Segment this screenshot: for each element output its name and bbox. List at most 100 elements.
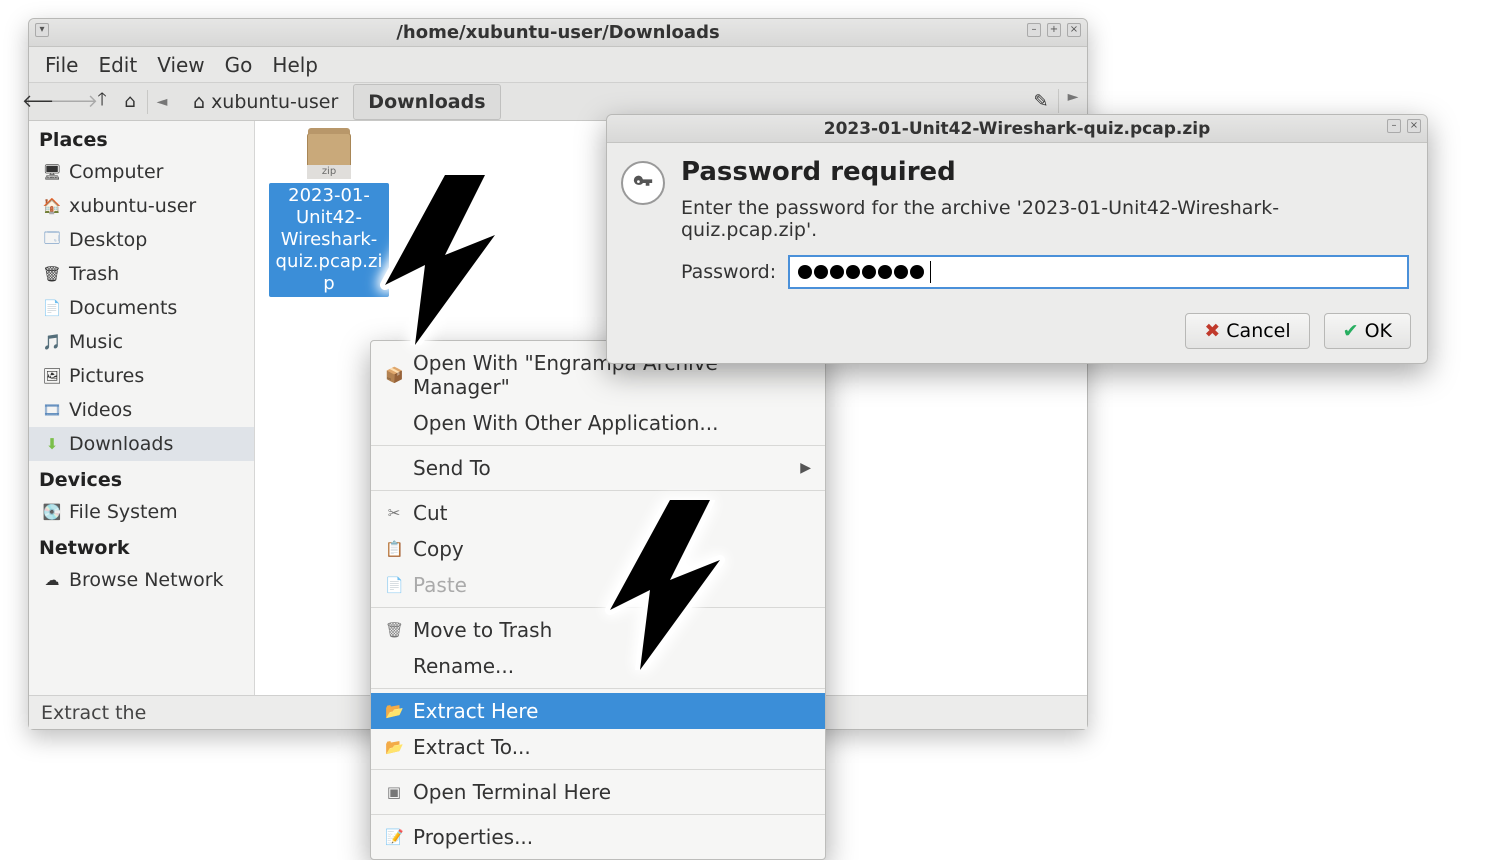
sidebar-item-label: Browse Network [69,569,224,591]
ctx-move-to-trash[interactable]: 🗑Move to Trash [371,612,825,648]
downloads-icon: ⬇ [43,435,61,453]
maximize-button[interactable]: + [1047,23,1061,37]
menu-file[interactable]: File [37,49,86,81]
sidebar-item-documents[interactable]: 📄 Documents [29,291,254,325]
sidebar-item-downloads[interactable]: ⬇ Downloads [29,427,254,461]
sidebar-item-label: Downloads [69,433,173,455]
ctx-cut[interactable]: ✂ Cut [371,495,825,531]
ctx-item-label: Paste [413,573,467,597]
sidebar-places-header: Places [29,121,254,155]
computer-icon: 🖥 [43,163,61,181]
breadcrumb-current[interactable]: Downloads [353,84,500,120]
sidebar: Places 🖥Computer 🏠xubuntu-user 🗔Desktop … [29,121,255,695]
pictures-icon: 🖼 [43,367,61,385]
pw-title: 2023-01-Unit42-Wireshark-quiz.pcap.zip [824,119,1211,139]
password-input[interactable] [788,255,1409,289]
sidebar-item-label: Computer [69,161,163,183]
extract-icon: 📂 [385,702,403,720]
sidebar-item-filesystem[interactable]: 💽File System [29,495,254,529]
path-edit-button[interactable]: ✎ [1028,89,1054,115]
key-icon [621,161,665,205]
sidebar-item-label: Trash [69,263,119,285]
path-prev-button[interactable]: ◄ [152,94,172,110]
sidebar-item-label: Documents [69,297,177,319]
pw-message: Enter the password for the archive '2023… [681,197,1409,241]
menu-edit[interactable]: Edit [90,49,145,81]
pw-label: Password: [681,261,776,283]
annotation-arrow-1 [375,175,515,345]
documents-icon: 📄 [43,299,61,317]
minimize-button[interactable]: – [1027,23,1041,37]
music-icon: 🎵 [43,333,61,351]
ctx-rename[interactable]: Rename... [371,648,825,684]
ctx-extract-here[interactable]: 📂 Extract Here [371,693,825,729]
drive-icon: 💽 [43,503,61,521]
close-button[interactable]: × [1407,119,1421,133]
sidebar-item-videos[interactable]: 🎞 Videos [29,393,254,427]
sidebar-item-browse-network[interactable]: ☁Browse Network [29,563,254,597]
sidebar-item-home[interactable]: 🏠xubuntu-user [29,189,254,223]
nav-forward-button[interactable]: 🡒 [61,89,87,115]
ctx-separator [371,814,825,815]
home-icon: ⌂ [193,91,205,113]
minimize-button[interactable]: – [1387,119,1401,133]
fm-menubar: File Edit View Go Help [29,47,1087,83]
ctx-item-label: Extract Here [413,699,538,723]
toolbar-divider-2 [1058,89,1059,113]
fm-titlebar[interactable]: ▾ /home/xubuntu-user/Downloads – + × [29,19,1087,47]
cut-icon: ✂ [385,504,403,522]
pw-titlebar[interactable]: 2023-01-Unit42-Wireshark-quiz.pcap.zip –… [607,115,1427,143]
sidebar-item-computer[interactable]: 🖥 Computer [29,155,254,189]
breadcrumb-current-label: Downloads [368,91,485,113]
ctx-item-label: Extract To... [413,735,531,759]
ok-button[interactable]: ✔ OK [1324,313,1411,349]
ctx-separator [371,769,825,770]
sidebar-item-label: Videos [69,399,132,421]
nav-home-button[interactable]: ⌂ [117,89,143,115]
sidebar-devices-header: Devices [29,461,254,495]
ctx-separator [371,607,825,608]
sidebar-item-trash[interactable]: 🗑Trash [29,257,254,291]
menu-help[interactable]: Help [264,49,326,81]
ctx-properties[interactable]: 📝Properties... [371,819,825,855]
sidebar-item-label: Music [69,331,123,353]
ctx-extract-to[interactable]: 📂Extract To... [371,729,825,765]
breadcrumb-parent-label: xubuntu-user [211,91,338,113]
menu-view[interactable]: View [149,49,212,81]
ok-icon: ✔ [1343,320,1359,342]
trash-icon: 🗑 [385,621,403,639]
cancel-icon: ✖ [1204,320,1220,342]
path-next-button[interactable]: ► [1063,89,1083,115]
sidebar-item-pictures[interactable]: 🖼Pictures [29,359,254,393]
sidebar-item-music[interactable]: 🎵 Music [29,325,254,359]
ctx-open-with-other[interactable]: Open With Other Application... [371,405,825,441]
ctx-item-label: Cut [413,501,447,525]
ctx-separator [371,490,825,491]
file-item-zip[interactable]: zip 2023-01-Unit42-Wireshark-quiz.pcap.z… [269,127,389,297]
ctx-item-label: Open With Other Application... [413,411,719,435]
sidebar-item-desktop[interactable]: 🗔Desktop [29,223,254,257]
button-label: Cancel [1226,320,1290,342]
cancel-button[interactable]: ✖ Cancel [1185,313,1309,349]
pw-heading: Password required [681,157,1409,187]
home-icon: 🏠 [43,197,61,215]
ctx-send-to[interactable]: Send To▶ [371,450,825,486]
nav-up-button[interactable]: 🡑 [89,89,115,115]
text-caret [930,261,931,283]
ctx-open-terminal[interactable]: ▣Open Terminal Here [371,774,825,810]
context-menu: 📦Open With "Engrampa Archive Manager" Op… [370,340,826,860]
ctx-copy[interactable]: 📋Copy [371,531,825,567]
button-label: OK [1365,320,1392,342]
breadcrumb-parent[interactable]: ⌂ xubuntu-user [178,84,353,120]
ctx-separator [371,688,825,689]
sidebar-network-header: Network [29,529,254,563]
sidebar-item-label: Desktop [69,229,147,251]
menu-go[interactable]: Go [217,49,261,81]
archive-icon: 📦 [385,366,403,384]
close-button[interactable]: × [1067,23,1081,37]
window-menu-button[interactable]: ▾ [35,23,49,37]
statusbar-text: Extract the [41,702,146,724]
annotation-arrow-2 [600,500,740,670]
videos-icon: 🎞 [43,401,61,419]
ctx-item-label: Open Terminal Here [413,780,611,804]
